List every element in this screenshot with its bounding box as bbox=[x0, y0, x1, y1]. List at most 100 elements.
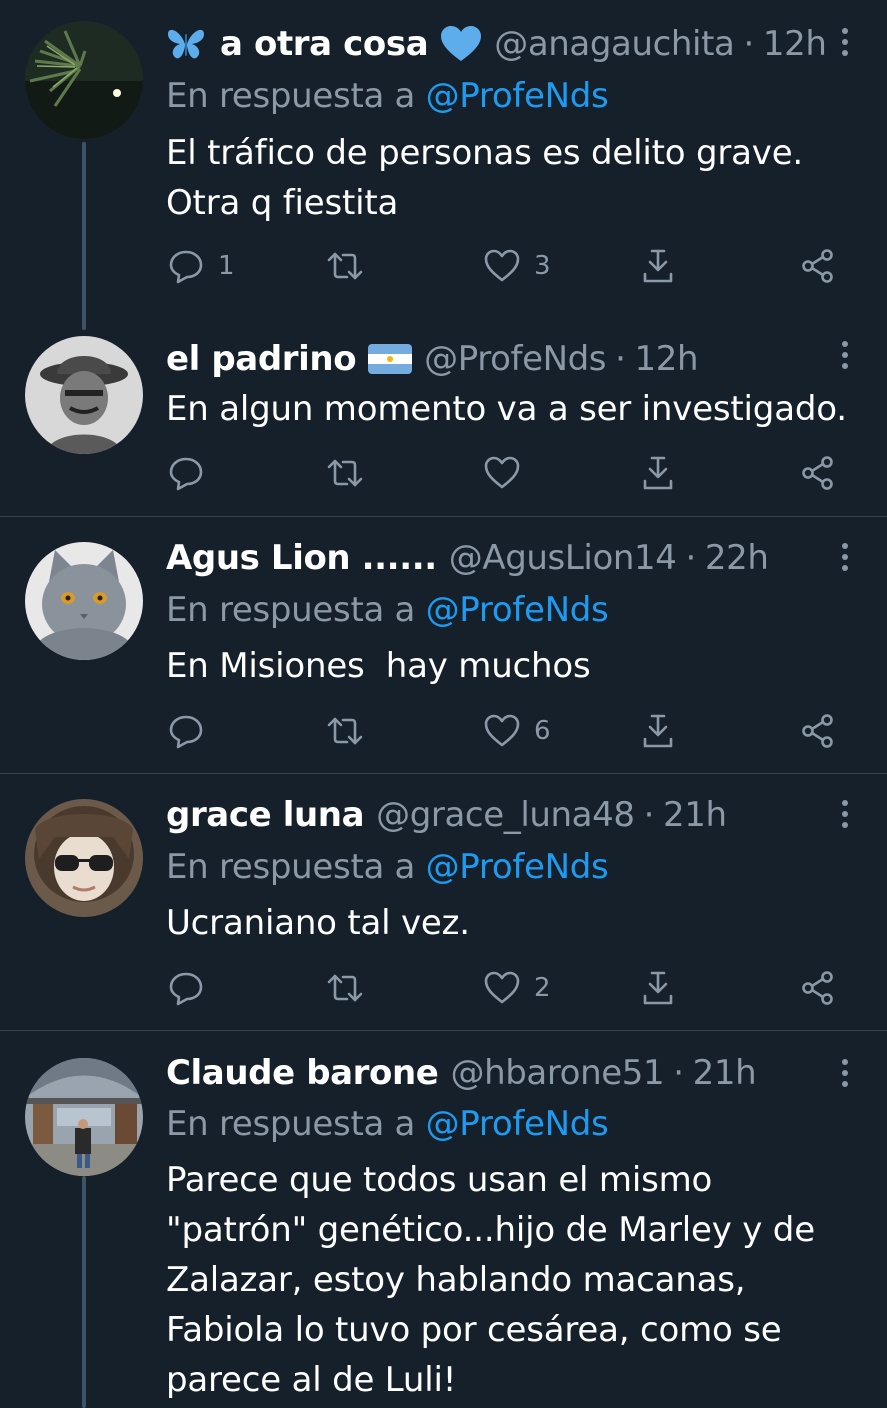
reply-button[interactable] bbox=[168, 711, 218, 751]
more-icon[interactable] bbox=[833, 335, 857, 375]
action-bar: 1 3 bbox=[0, 246, 887, 286]
reply-context: En respuesta a @ProfeNds bbox=[166, 847, 609, 887]
reply-mention-link[interactable]: @ProfeNds bbox=[426, 847, 609, 887]
tweet-text: En Misiones hay muchos bbox=[166, 646, 591, 686]
like-icon bbox=[484, 249, 520, 283]
download-button[interactable] bbox=[640, 453, 676, 493]
tweet-header: Claude barone @hbarone51 · 21h bbox=[166, 1049, 827, 1097]
reply-mention-link[interactable]: @ProfeNds bbox=[426, 76, 609, 116]
share-button[interactable] bbox=[800, 711, 836, 751]
display-name[interactable]: el padrino bbox=[166, 339, 357, 379]
separator-dot: · bbox=[685, 538, 696, 578]
separator-dot: · bbox=[643, 795, 655, 835]
tweet-text: El tráfico de personas es delito grave. … bbox=[166, 133, 804, 223]
like-button[interactable] bbox=[484, 453, 534, 493]
separator-dot: · bbox=[673, 1053, 684, 1093]
reply-icon bbox=[168, 970, 204, 1006]
like-count: 6 bbox=[534, 716, 551, 746]
like-button[interactable]: 6 bbox=[484, 711, 551, 751]
retweet-icon bbox=[325, 713, 365, 749]
more-icon[interactable] bbox=[833, 537, 857, 577]
blue-heart-emoji-icon bbox=[440, 25, 482, 63]
share-button[interactable] bbox=[800, 968, 836, 1008]
download-button[interactable] bbox=[640, 246, 676, 286]
retweet-button[interactable] bbox=[325, 246, 379, 286]
user-handle[interactable]: @hbarone51 bbox=[450, 1053, 664, 1093]
share-icon bbox=[800, 248, 836, 284]
user-handle[interactable]: @ProfeNds bbox=[424, 339, 606, 379]
more-icon[interactable] bbox=[833, 794, 857, 834]
tweet-text: Parece que todos usan el mismo "patrón" … bbox=[166, 1160, 826, 1400]
user-handle[interactable]: @AgusLion14 bbox=[449, 538, 677, 578]
download-icon bbox=[640, 970, 676, 1006]
download-button[interactable] bbox=[640, 711, 676, 751]
reply-context: En respuesta a @ProfeNds bbox=[166, 1104, 609, 1144]
display-name[interactable]: Agus Lion ...... bbox=[166, 538, 437, 578]
like-count: 3 bbox=[534, 251, 551, 281]
retweet-button[interactable] bbox=[325, 453, 379, 493]
user-handle[interactable]: @grace_luna48 bbox=[376, 795, 635, 835]
display-name[interactable]: a otra cosa bbox=[220, 24, 429, 64]
tweet-header: grace luna @grace_luna48 · 21h bbox=[166, 791, 827, 839]
retweet-icon bbox=[325, 970, 365, 1006]
tweet-text: Ucraniano tal vez. bbox=[166, 903, 470, 943]
share-button[interactable] bbox=[800, 453, 836, 493]
reply-count: 1 bbox=[218, 251, 235, 281]
reply-button[interactable]: 1 bbox=[168, 246, 235, 286]
tweet[interactable]: grace luna @grace_luna48 · 21h En respue… bbox=[0, 774, 887, 1030]
download-icon bbox=[640, 713, 676, 749]
timestamp[interactable]: 12h bbox=[635, 339, 699, 379]
download-button[interactable] bbox=[640, 968, 676, 1008]
share-icon bbox=[800, 455, 836, 491]
tweet[interactable]: Agus Lion ...... @AgusLion14 · 22h En re… bbox=[0, 517, 887, 773]
more-icon[interactable] bbox=[833, 1053, 857, 1093]
argentina-flag-icon bbox=[368, 344, 413, 374]
action-bar bbox=[0, 453, 887, 493]
tweet[interactable]: Claude barone @hbarone51 · 21h En respue… bbox=[0, 1031, 887, 1408]
timestamp[interactable]: 12h bbox=[763, 24, 827, 64]
like-button[interactable]: 2 bbox=[484, 968, 551, 1008]
action-bar: 2 bbox=[0, 968, 887, 1008]
share-button[interactable] bbox=[800, 246, 836, 286]
tweet[interactable]: a otra cosa @anagauchita · 12h En respue… bbox=[0, 0, 887, 320]
avatar[interactable] bbox=[25, 799, 143, 917]
tweet-header: Agus Lion ...... @AgusLion14 · 22h bbox=[166, 534, 827, 582]
retweet-icon bbox=[325, 248, 365, 284]
butterfly-emoji-icon bbox=[166, 26, 206, 62]
avatar[interactable] bbox=[25, 1058, 143, 1176]
timestamp[interactable]: 21h bbox=[693, 1053, 757, 1093]
share-icon bbox=[800, 713, 836, 749]
avatar[interactable] bbox=[25, 21, 143, 139]
timestamp[interactable]: 21h bbox=[663, 795, 727, 835]
like-icon bbox=[484, 971, 520, 1005]
user-handle[interactable]: @anagauchita bbox=[494, 24, 735, 64]
reply-prefix: En respuesta a bbox=[166, 1104, 416, 1144]
timestamp[interactable]: 22h bbox=[705, 538, 769, 578]
display-name[interactable]: grace luna bbox=[166, 795, 365, 835]
reply-button[interactable] bbox=[168, 453, 218, 493]
reply-button[interactable] bbox=[168, 968, 218, 1008]
separator-dot: · bbox=[615, 339, 626, 379]
reply-context: En respuesta a @ProfeNds bbox=[166, 76, 609, 116]
download-icon bbox=[640, 455, 676, 491]
tweet[interactable]: el padrino @ProfeNds · 12h En algun mome… bbox=[0, 320, 887, 516]
avatar[interactable] bbox=[25, 542, 143, 660]
more-icon[interactable] bbox=[833, 22, 857, 62]
like-count: 2 bbox=[534, 973, 551, 1003]
display-name[interactable]: Claude barone bbox=[166, 1053, 439, 1093]
tweet-text: En algun momento va a ser investigado. bbox=[166, 389, 847, 429]
tweet-header: el padrino @ProfeNds · 12h bbox=[166, 335, 827, 383]
reply-icon bbox=[168, 248, 204, 284]
retweet-icon bbox=[325, 455, 365, 491]
reply-mention-link[interactable]: @ProfeNds bbox=[426, 590, 609, 630]
retweet-button[interactable] bbox=[325, 968, 379, 1008]
like-icon bbox=[484, 456, 520, 490]
avatar[interactable] bbox=[25, 336, 143, 454]
tweet-header: a otra cosa @anagauchita · 12h bbox=[166, 20, 827, 68]
retweet-button[interactable] bbox=[325, 711, 379, 751]
reply-prefix: En respuesta a bbox=[166, 76, 416, 116]
reply-mention-link[interactable]: @ProfeNds bbox=[426, 1104, 609, 1144]
action-bar: 6 bbox=[0, 711, 887, 751]
download-icon bbox=[640, 248, 676, 284]
like-button[interactable]: 3 bbox=[484, 246, 551, 286]
